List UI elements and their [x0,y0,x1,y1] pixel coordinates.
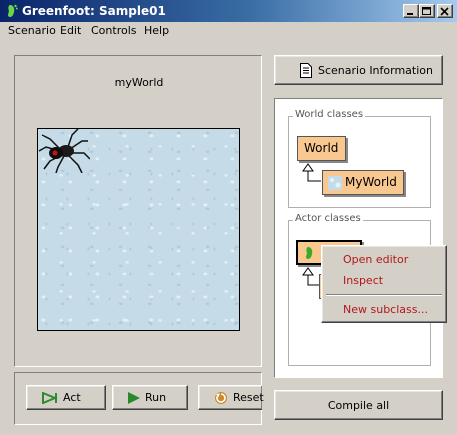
minimize-button[interactable] [403,4,419,18]
run-button[interactable]: Run [112,385,188,410]
act-label: Act [63,391,81,404]
run-label: Run [145,391,167,404]
myworld-class-box[interactable]: MyWorld [322,170,404,195]
spider-actor-icon[interactable] [38,129,90,173]
myworld-class-label: MyWorld [345,175,397,189]
menu-item-open-editor[interactable]: Open editor [343,253,408,266]
world-classes-label: World classes [293,109,366,120]
actor-classes-label: Actor classes [293,213,363,224]
controls-panel: Act Run Reset [14,372,264,425]
window-title: Greenfoot: Sample01 [22,4,166,18]
maximize-button[interactable] [419,4,435,18]
menu-item-new-subclass[interactable]: New subclass... [343,303,428,316]
menu-controls[interactable]: Controls [89,24,139,37]
compile-all-label: Compile all [327,399,390,412]
menu-item-inspect[interactable]: Inspect [343,274,383,287]
window-titlebar[interactable]: Greenfoot: Sample01 [0,0,457,22]
class-context-menu: Open editor Inspect New subclass... [321,245,447,323]
minimize-icon [407,13,413,15]
reset-label: Reset [233,391,264,404]
maximize-icon [422,7,431,15]
compile-all-button[interactable]: Compile all [274,390,443,420]
class-browser: World classes World MyWorld Actor classe… [274,98,443,378]
world-classes-group: World classes World MyWorld [288,109,431,208]
play-icon [128,392,140,404]
close-icon [440,7,449,16]
menu-separator [326,294,442,296]
world-canvas[interactable] [37,128,240,331]
scenario-information-button[interactable]: Scenario Information [274,55,443,85]
menu-scenario[interactable]: Scenario [6,24,58,37]
close-button[interactable] [437,4,453,18]
world-class-box[interactable]: World [297,136,346,161]
menu-help[interactable]: Help [142,24,171,37]
inheritance-arrow-icon [302,163,321,182]
reset-button[interactable]: Reset [198,385,264,410]
world-title: myWorld [114,76,164,89]
world-panel: myWorld [14,55,262,367]
world-image-icon [328,176,342,190]
menu-edit[interactable]: Edit [58,24,83,37]
act-button[interactable]: Act [26,385,106,410]
reset-icon [215,392,227,404]
scenario-information-label: Scenario Information [318,64,433,77]
greenfoot-actor-icon [306,247,313,259]
menubar: Scenario Edit Controls Help [0,22,457,41]
document-icon [300,63,312,78]
greenfoot-foot-icon [8,4,18,17]
step-arrow-icon [42,392,58,404]
world-class-label: World [304,141,339,155]
